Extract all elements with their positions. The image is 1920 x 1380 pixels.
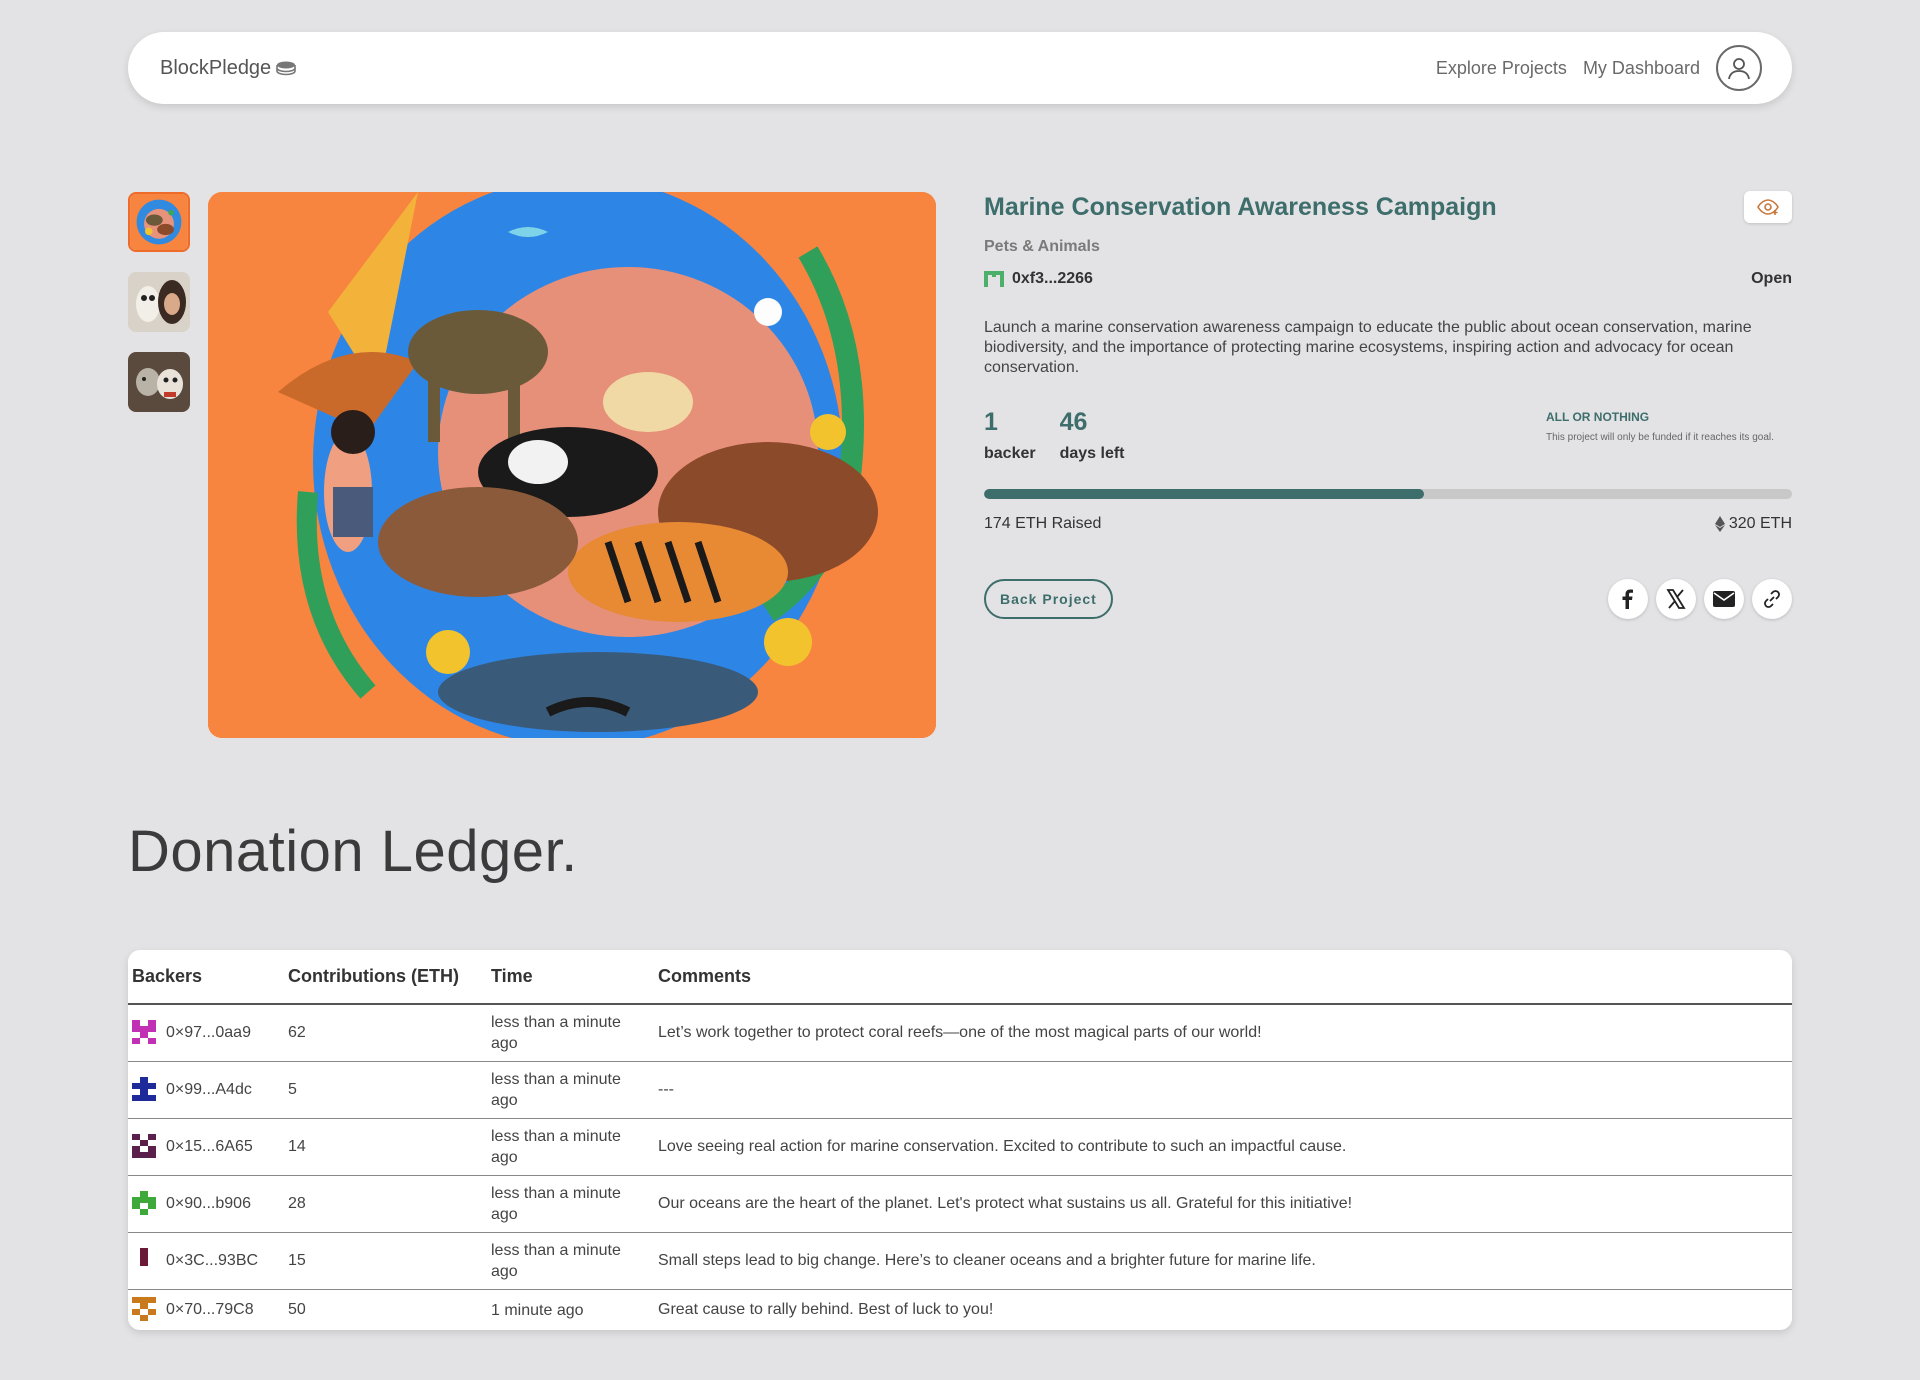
funding-model-text: This project will only be funded if it r…: [1546, 432, 1774, 443]
contribution-cell: 5: [288, 1061, 491, 1119]
comment-cell: ---: [658, 1061, 1792, 1119]
time-cell: less than a minute ago: [491, 1061, 658, 1119]
raised-amount: 174 ETH Raised: [984, 515, 1102, 532]
backer-address[interactable]: 0×70...79C8: [166, 1301, 254, 1319]
backer-identicon: [132, 1297, 156, 1322]
project-description: Launch a marine conservation awareness c…: [984, 319, 1752, 376]
share-x-button[interactable]: [1656, 579, 1696, 619]
days-left-label: days left: [1059, 445, 1125, 462]
backer-address[interactable]: 0×3C...93BC: [166, 1252, 258, 1270]
backer-address[interactable]: 0×99...A4dc: [166, 1081, 252, 1099]
owner-identicon: [984, 271, 1004, 287]
contribution-cell: 62: [288, 1004, 491, 1062]
backers-stat: 1 backer: [984, 408, 1036, 463]
user-circle-icon: [1728, 58, 1750, 80]
brand-logo[interactable]: BlockPledge: [160, 57, 297, 80]
backer-address[interactable]: 0×15...6A65: [166, 1138, 253, 1156]
time-cell: less than a minute ago: [491, 1175, 658, 1233]
time-cell: 1 minute ago: [491, 1301, 584, 1319]
facebook-icon: [1622, 589, 1633, 609]
project-details: Marine Conservation Awareness Campaign P…: [984, 191, 1792, 619]
nav-my-dashboard[interactable]: My Dashboard: [1583, 58, 1700, 79]
eye-plus-icon: [1757, 199, 1779, 215]
contribution-cell: 50: [288, 1301, 306, 1319]
column-header-time[interactable]: Time: [491, 950, 658, 1005]
backer-cell: 0×97...0aa9: [128, 1004, 288, 1062]
backers-count: 1: [984, 408, 998, 436]
project-hero-image: [208, 192, 936, 738]
goal-value: 320 ETH: [1728, 515, 1792, 532]
share-email-button[interactable]: [1704, 579, 1744, 619]
navbar: BlockPledge Explore Projects My Dashboar…: [128, 32, 1792, 104]
x-icon: [1666, 589, 1686, 609]
table-header-row: Backers Contributions (ETH) Time Comment…: [128, 950, 1792, 1005]
back-project-button[interactable]: Back Project: [984, 579, 1113, 619]
backers-label: backer: [984, 445, 1036, 462]
thumbnail-3[interactable]: [128, 352, 190, 412]
comment-cell: Small steps lead to big change. Here’s t…: [658, 1232, 1792, 1290]
backer-cell: 0×70...79C8: [128, 1289, 288, 1330]
table-row: 0×90...b906 28 less than a minute ago Our o…: [128, 1175, 1792, 1233]
table-row: 0×15...6A65 14 less than a minute ago Love …: [128, 1118, 1792, 1176]
share-facebook-button[interactable]: [1608, 579, 1648, 619]
backer-identicon: [132, 1019, 156, 1044]
copy-link-button[interactable]: [1752, 579, 1792, 619]
comment-cell: Great cause to rally behind. Best of luc…: [658, 1301, 994, 1319]
comment-cell: Love seeing real action for marine conse…: [658, 1118, 1792, 1176]
share-buttons: [1608, 579, 1792, 619]
funding-model-title: ALL OR NOTHING: [1546, 410, 1650, 424]
donation-ledger-table: Backers Contributions (ETH) Time Comment…: [128, 950, 1792, 1330]
days-left-count: 46: [1059, 408, 1088, 436]
funding-progress-fill: [984, 489, 1424, 499]
table-row: 0×3C...93BC 15 less than a minute ago Small…: [128, 1232, 1792, 1290]
project-title: Marine Conservation Awareness Campaign: [984, 192, 1497, 221]
time-cell: less than a minute ago: [491, 1232, 658, 1290]
goal-amount: 320 ETH: [1714, 515, 1792, 533]
watchlist-button[interactable]: [1744, 191, 1792, 223]
backer-cell: 0×3C...93BC: [128, 1232, 288, 1290]
backer-identicon: [140, 1247, 148, 1266]
backer-identicon: [132, 1076, 156, 1101]
user-profile-button[interactable]: [1716, 45, 1762, 91]
column-header-comments[interactable]: Comments: [658, 950, 1792, 1005]
ledger-heading: Donation Ledger.: [128, 819, 578, 884]
column-header-backers[interactable]: Backers: [128, 950, 288, 1005]
days-left-stat: 46 days left: [1060, 408, 1125, 463]
thumbnail-1[interactable]: [128, 192, 190, 252]
contribution-cell: 15: [288, 1232, 491, 1290]
time-cell: less than a minute ago: [491, 1004, 658, 1062]
project-owner[interactable]: 0xf3...2266: [984, 270, 1093, 288]
time-cell: less than a minute ago: [491, 1118, 658, 1176]
owner-address: 0xf3...2266: [1012, 270, 1093, 287]
project-status: Open: [1751, 270, 1792, 287]
backer-address[interactable]: 0×97...0aa9: [166, 1024, 251, 1042]
comment-cell: Our oceans are the heart of the planet. …: [658, 1175, 1792, 1233]
ethereum-icon: [1714, 516, 1725, 532]
thumbnail-2[interactable]: [128, 272, 190, 332]
email-icon: [1713, 591, 1735, 607]
table-row: 0×97...0aa9 62 less than a minute ago Let’s…: [128, 1004, 1792, 1062]
table-row: 0×99...A4dc 5 less than a minute ago ---: [128, 1061, 1792, 1119]
contribution-cell: 14: [288, 1118, 491, 1176]
nav-explore-projects[interactable]: Explore Projects: [1436, 58, 1567, 79]
coin-stack-icon: [276, 61, 296, 76]
backer-cell: 0×15...6A65: [128, 1118, 288, 1176]
image-thumbnails: [128, 192, 190, 412]
comment-cell: Let’s work together to protect coral ree…: [658, 1004, 1792, 1062]
backer-address[interactable]: 0×90...b906: [166, 1195, 251, 1213]
backer-cell: 0×90...b906: [128, 1175, 288, 1233]
funding-progress-bar: [984, 489, 1792, 499]
link-icon: [1764, 590, 1780, 608]
backer-cell: 0×99...A4dc: [128, 1061, 288, 1119]
backer-identicon: [132, 1190, 156, 1215]
column-header-contributions[interactable]: Contributions (ETH): [288, 950, 491, 1005]
contribution-cell: 28: [288, 1175, 491, 1233]
project-category: Pets & Animals: [984, 238, 1100, 255]
backer-identicon: [132, 1133, 156, 1158]
table-row: 0×70...79C8 50 1 minute ago Great cause to …: [128, 1289, 1792, 1330]
funding-model: ALL OR NOTHING This project will only be…: [1546, 410, 1792, 463]
brand-name: BlockPledge: [160, 56, 272, 79]
